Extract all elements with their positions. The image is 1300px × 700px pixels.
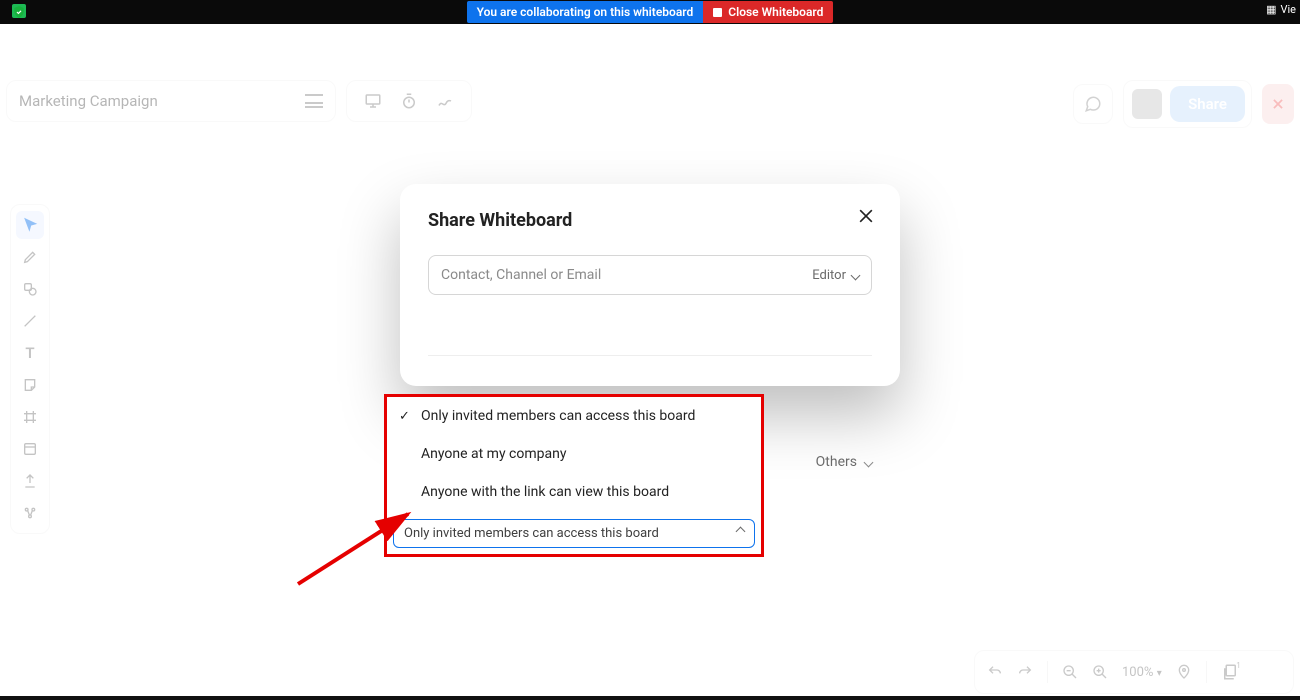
view-toggle[interactable]: ▦ Vie bbox=[1266, 3, 1296, 16]
grid-icon: ▦ bbox=[1266, 3, 1276, 16]
invite-placeholder: Contact, Channel or Email bbox=[441, 267, 601, 283]
check-icon: ✓ bbox=[399, 409, 410, 424]
access-option-link[interactable]: Anyone with the link can view this board bbox=[387, 473, 761, 511]
window-bottom-border bbox=[0, 696, 1300, 700]
stop-icon bbox=[713, 8, 722, 17]
option-label: Only invited members can access this boa… bbox=[421, 408, 695, 424]
share-modal: Share Whiteboard Contact, Channel or Ema… bbox=[400, 184, 900, 386]
role-select[interactable]: Editor bbox=[812, 268, 859, 283]
access-select[interactable]: Only invited members can access this boa… bbox=[393, 519, 755, 548]
whiteboard-canvas[interactable]: Marketing Campaign Share T bbox=[0, 24, 1300, 700]
access-dropdown-open: ✓ Only invited members can access this b… bbox=[384, 394, 764, 557]
chevron-down-icon bbox=[851, 270, 861, 280]
access-option-invited[interactable]: ✓ Only invited members can access this b… bbox=[387, 397, 761, 435]
option-label: Anyone with the link can view this board bbox=[421, 484, 669, 500]
chevron-up-icon bbox=[736, 527, 746, 537]
view-label: Vie bbox=[1280, 3, 1296, 16]
close-whiteboard-button[interactable]: Close Whiteboard bbox=[703, 1, 833, 23]
others-row[interactable]: Others bbox=[816, 454, 872, 470]
access-option-company[interactable]: Anyone at my company bbox=[387, 435, 761, 473]
access-option-list: ✓ Only invited members can access this b… bbox=[387, 397, 761, 511]
modal-divider bbox=[428, 355, 872, 356]
chevron-down-icon bbox=[864, 457, 874, 467]
role-label: Editor bbox=[812, 268, 846, 283]
collab-banner: You are collaborating on this whiteboard bbox=[467, 1, 704, 23]
others-label: Others bbox=[816, 454, 857, 470]
modal-title: Share Whiteboard bbox=[428, 210, 872, 231]
close-whiteboard-label: Close Whiteboard bbox=[728, 5, 823, 19]
invite-input-row[interactable]: Contact, Channel or Email Editor bbox=[428, 255, 872, 295]
option-label: Anyone at my company bbox=[421, 446, 566, 462]
access-selected-label: Only invited members can access this boa… bbox=[404, 526, 659, 541]
modal-close-button[interactable] bbox=[856, 206, 876, 230]
modal-backdrop: Share Whiteboard Contact, Channel or Ema… bbox=[0, 24, 1300, 700]
shield-icon bbox=[12, 4, 26, 18]
app-topbar: You are collaborating on this whiteboard… bbox=[0, 0, 1300, 24]
